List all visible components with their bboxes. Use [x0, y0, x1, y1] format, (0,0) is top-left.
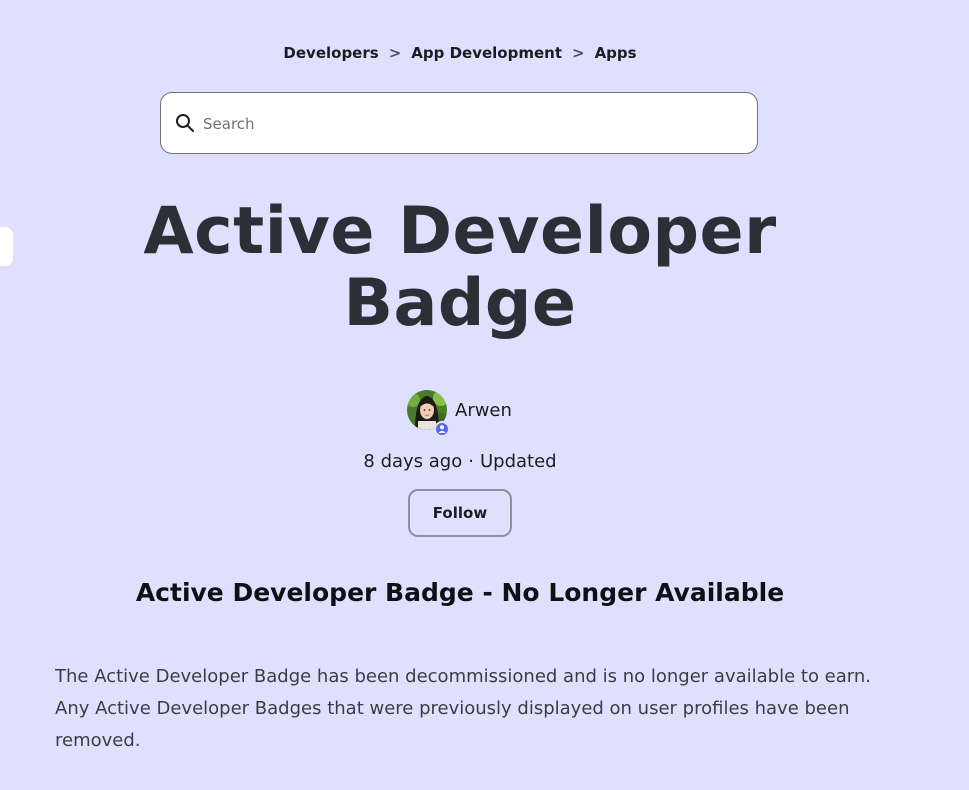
- side-panel-tab[interactable]: [0, 227, 13, 266]
- avatar[interactable]: [407, 390, 450, 437]
- search-icon: [175, 113, 195, 133]
- author-info: Arwen: [407, 388, 512, 437]
- updated-time: 8 days ago: [363, 451, 463, 472]
- help-article-page: Developers > App Development > Apps Active D…: [0, 0, 969, 790]
- search-box[interactable]: [160, 92, 758, 154]
- article-body: The Active Developer Badge has been deco…: [55, 666, 871, 751]
- page-title: Active Developer Badge: [143, 194, 777, 341]
- search-input[interactable]: [201, 107, 745, 141]
- community-member-icon: [434, 421, 450, 437]
- follow-button[interactable]: Follow: [408, 489, 512, 537]
- breadcrumb-separator: >: [571, 44, 585, 62]
- meta-separator: ·: [468, 451, 474, 472]
- breadcrumb-separator: >: [388, 44, 402, 62]
- breadcrumb-app-development[interactable]: App Development: [411, 44, 562, 62]
- updated-status: Updated: [479, 451, 557, 472]
- breadcrumb: Developers > App Development > Apps: [0, 44, 920, 62]
- breadcrumb-apps[interactable]: Apps: [595, 44, 637, 62]
- article-meta: 8 days ago · Updated: [0, 451, 920, 472]
- section-heading: Active Developer Badge - No Longer Avail…: [135, 578, 785, 607]
- breadcrumb-developers[interactable]: Developers: [283, 44, 378, 62]
- author-name[interactable]: Arwen: [455, 400, 512, 421]
